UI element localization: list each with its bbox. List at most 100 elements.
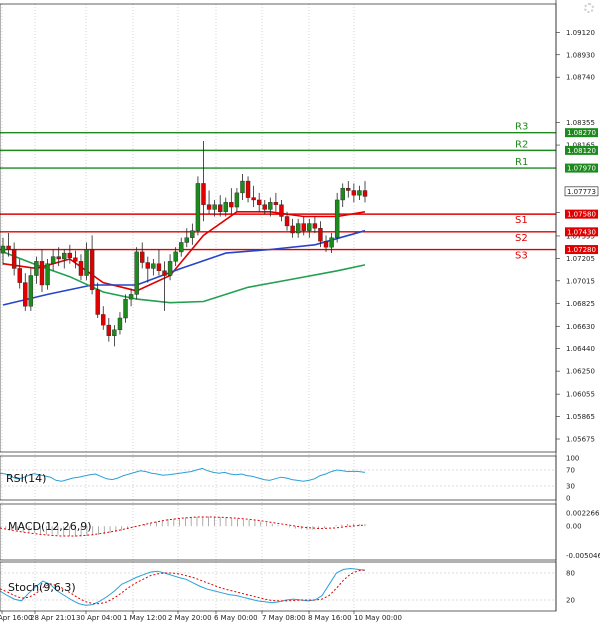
price-tick-label: 1.06055 xyxy=(566,391,595,399)
price-tick-label: 1.05865 xyxy=(566,413,595,421)
time-tick-label: 6 May 00:00 xyxy=(214,614,258,622)
time-tick-label: 10 May 00:00 xyxy=(354,614,402,622)
level-badge-text: 1.08270 xyxy=(567,129,596,137)
time-tick-label: 8 May 16:00 xyxy=(308,614,352,622)
candle-body xyxy=(346,187,351,191)
price-tick-label: 1.06825 xyxy=(566,300,595,308)
candle-body xyxy=(273,202,279,205)
macd-tick-label: 0.00 xyxy=(566,523,582,531)
rsi-label: RSI(14) xyxy=(6,472,46,485)
rsi-tick-label: 100 xyxy=(566,455,579,463)
pane-frame-3 xyxy=(0,561,557,612)
rsi-pane: 100 70 30 0 xyxy=(0,455,579,503)
candle-body xyxy=(318,228,323,242)
level-badge-text: 1.07280 xyxy=(567,246,596,254)
candle-body xyxy=(117,317,123,331)
gear-icon[interactable] xyxy=(584,3,594,13)
time-tick-label: 1 May 12:00 xyxy=(123,614,167,622)
candle-body xyxy=(78,261,84,276)
candle-body xyxy=(240,180,245,194)
price-tick-label: 1.06440 xyxy=(566,345,595,353)
candle-body xyxy=(112,329,117,336)
level-label-s1: S1 xyxy=(515,215,528,226)
stoch-label: Stoch(9,6,3) xyxy=(8,581,76,594)
candle-body xyxy=(101,314,106,326)
candle-body xyxy=(290,225,295,234)
candle-body xyxy=(340,187,345,201)
candle-body xyxy=(284,216,290,227)
candle-body xyxy=(89,249,95,290)
candle-body xyxy=(11,249,17,269)
price-tick-label: 1.06250 xyxy=(566,368,595,376)
candle-body xyxy=(262,204,267,210)
level-badge-text: 1.07430 xyxy=(567,228,596,236)
candle-body xyxy=(334,199,340,238)
level-badge-text: 1.08120 xyxy=(567,147,596,155)
candle-body xyxy=(123,298,128,319)
time-tick-label: 30 Apr 04:00 xyxy=(76,614,122,622)
time-axis: Apr 16:0028 Apr 21:01 30 Apr 04:00 1 May 1… xyxy=(0,611,402,622)
price-tick-label: 1.08930 xyxy=(566,51,595,59)
candle-body xyxy=(67,252,73,259)
candle-body xyxy=(268,202,273,210)
candle-body xyxy=(234,192,240,208)
candle-body xyxy=(50,256,56,264)
rsi-line xyxy=(0,467,366,482)
candle-body xyxy=(329,237,334,248)
price-tick-label: 1.08740 xyxy=(566,74,595,82)
rsi-tick-label: 0 xyxy=(566,495,570,503)
candle-body xyxy=(140,251,145,263)
candle-body xyxy=(84,249,89,276)
candle-body xyxy=(184,237,189,243)
trading-chart[interactable]: 1.091201.089301.087401.083551.081651.075… xyxy=(0,0,600,625)
candle-body xyxy=(151,263,156,269)
candle-body xyxy=(362,190,368,197)
price-tick-label: 1.07015 xyxy=(566,277,595,285)
candle-body xyxy=(56,256,61,260)
candle-body xyxy=(179,242,184,253)
price-tick-label: 1.07205 xyxy=(566,255,595,263)
candle-body xyxy=(106,324,112,336)
macd-label: MACD(12,26,9) xyxy=(8,520,92,533)
price-tick-label: 1.06630 xyxy=(566,323,595,331)
price-tick-label: 1.05675 xyxy=(566,436,595,444)
time-tick-label: 2 May 20:00 xyxy=(168,614,212,622)
candle-body xyxy=(357,190,362,196)
price-tick-label: 1.09120 xyxy=(566,29,595,37)
candle-body xyxy=(279,204,284,217)
candle-body xyxy=(173,251,178,262)
level-badge-text: 1.07580 xyxy=(567,211,596,219)
candle-body xyxy=(39,261,45,286)
pane-frame-0 xyxy=(0,3,557,453)
time-tick-label: 7 May 08:00 xyxy=(262,614,306,622)
candle-body xyxy=(217,204,223,212)
price-tick-label: 1.08355 xyxy=(566,119,595,127)
candle-body xyxy=(62,252,67,260)
candle-body xyxy=(251,197,256,201)
candle-body xyxy=(73,257,78,262)
candle-body xyxy=(167,261,173,276)
candle-body xyxy=(0,245,6,254)
candle-body xyxy=(162,270,167,276)
candle-body xyxy=(301,223,306,231)
current-price-text: 1.07773 xyxy=(567,188,596,196)
candle-body xyxy=(190,230,195,238)
candle-body xyxy=(201,183,206,205)
candle-body xyxy=(34,261,39,276)
candle-body xyxy=(312,223,318,229)
candle-body xyxy=(6,245,11,250)
candle-body xyxy=(245,180,251,198)
candle-body xyxy=(223,202,228,212)
candle-body xyxy=(156,263,162,271)
candle-body xyxy=(212,204,217,210)
candle-body xyxy=(128,294,134,300)
level-label-r2: R2 xyxy=(515,139,528,150)
level-badge-text: 1.07970 xyxy=(567,165,596,173)
macd-tick-label: -0.005046 xyxy=(566,552,600,560)
stoch-tick-label: 20 xyxy=(566,597,575,605)
time-tick-label: Apr 16:00 xyxy=(0,614,33,622)
rsi-tick-label: 30 xyxy=(566,483,575,491)
macd-pane: 0.002266 0.00 -0.005046 xyxy=(0,510,600,560)
candle-body xyxy=(256,199,262,205)
stoch-tick-label: 80 xyxy=(566,570,575,578)
